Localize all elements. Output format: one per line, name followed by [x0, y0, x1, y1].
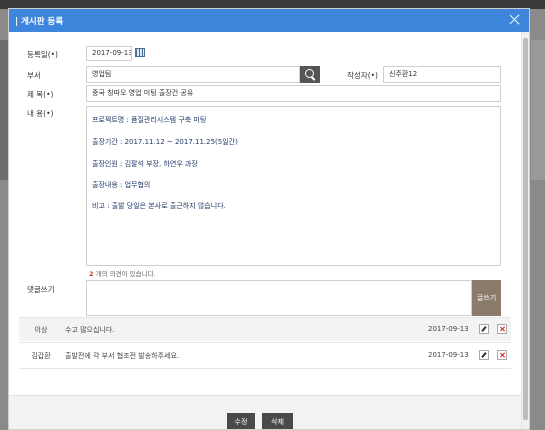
comment-date: 2017-09-13 — [428, 325, 469, 333]
row-divider — [19, 342, 511, 343]
comment-date: 2017-09-13 — [428, 351, 469, 359]
date-label: 등록일(•) — [27, 50, 58, 59]
subject-label: 제 목(•) — [27, 90, 54, 99]
comment-author: 이상 — [34, 326, 48, 334]
opinion-count: 2 — [89, 270, 94, 278]
comment-textarea[interactable] — [86, 280, 472, 316]
search-icon[interactable] — [300, 66, 320, 83]
content-line-purpose: 출장내용 : 업무협의 — [92, 181, 151, 189]
subject-input[interactable]: 중국 칭따오 영업 미팅 출장건 공유 — [86, 85, 501, 102]
comment-text: 출발전에 각 부서 협조전 발송하주세요. — [65, 352, 180, 360]
content-label: 내 용(•) — [27, 109, 54, 118]
pencil-icon[interactable] — [479, 324, 489, 334]
delete-x-icon[interactable] — [497, 324, 507, 334]
modal-title-text: 게시판 등록 — [21, 17, 64, 27]
content-line-note: 비고 : 출발 당일은 본사로 출근하지 않습니다. — [92, 202, 226, 210]
calendar-icon[interactable] — [135, 48, 145, 57]
pencil-icon[interactable] — [479, 350, 489, 360]
modal-header: | 게시판 등록 — [9, 9, 529, 32]
delete-x-icon[interactable] — [497, 350, 507, 360]
scrollbar-thumb[interactable] — [523, 38, 528, 420]
board-register-modal: | 게시판 등록 등록일(•) 부서 작성자(•) 제 목(•) 내 용(•) … — [8, 8, 530, 430]
dept-label: 부서 — [27, 71, 41, 80]
date-input[interactable]: 2017-09-13 — [86, 46, 132, 61]
comment-label: 댓글쓰기 — [27, 285, 55, 294]
edit-button[interactable]: 수정 — [227, 413, 255, 429]
comment-text: 수고 많으십니다. — [65, 326, 115, 334]
content-line-project: 프로젝트명 : 품질관리시스템 구축 미팅 — [92, 116, 207, 124]
opinion-count-text: 2 개의 의견이 있습니다. — [89, 268, 156, 278]
writer-label: 작성자(•) — [347, 71, 378, 80]
modal-footer: 수정 삭제 — [9, 395, 522, 429]
background-app-panel-right — [531, 40, 545, 180]
writer-input[interactable]: 신주환12 — [383, 66, 501, 83]
modal-title: | 게시판 등록 — [15, 17, 64, 27]
modal-scrollbar[interactable] — [521, 32, 529, 429]
content-line-members: 출장인원 : 김팔석 부장, 하연우 과장 — [92, 160, 198, 168]
opinion-suffix: 개의 의견이 있습니다. — [95, 270, 156, 278]
content-line-period: 출장기간 : 2017.11.12 ~ 2017.11.25(5일간) — [92, 138, 238, 146]
comment-row: 김갑환 출발전에 각 부서 협조전 발송하주세요. 2017-09-13 — [19, 344, 511, 367]
comment-author: 김갑환 — [31, 352, 51, 360]
write-comment-button[interactable]: 글쓰기 — [472, 280, 501, 316]
content-editor[interactable]: 프로젝트명 : 품질관리시스템 구축 미팅 출장기간 : 2017.11.12 … — [86, 106, 501, 266]
close-icon[interactable] — [508, 12, 522, 26]
row-divider — [19, 368, 511, 369]
delete-button[interactable]: 삭제 — [262, 413, 293, 429]
comment-row: 이상 수고 많으십니다. 2017-09-13 — [19, 318, 511, 341]
dept-input[interactable]: 영업팀 — [86, 66, 300, 83]
background-app-panel — [0, 40, 8, 180]
